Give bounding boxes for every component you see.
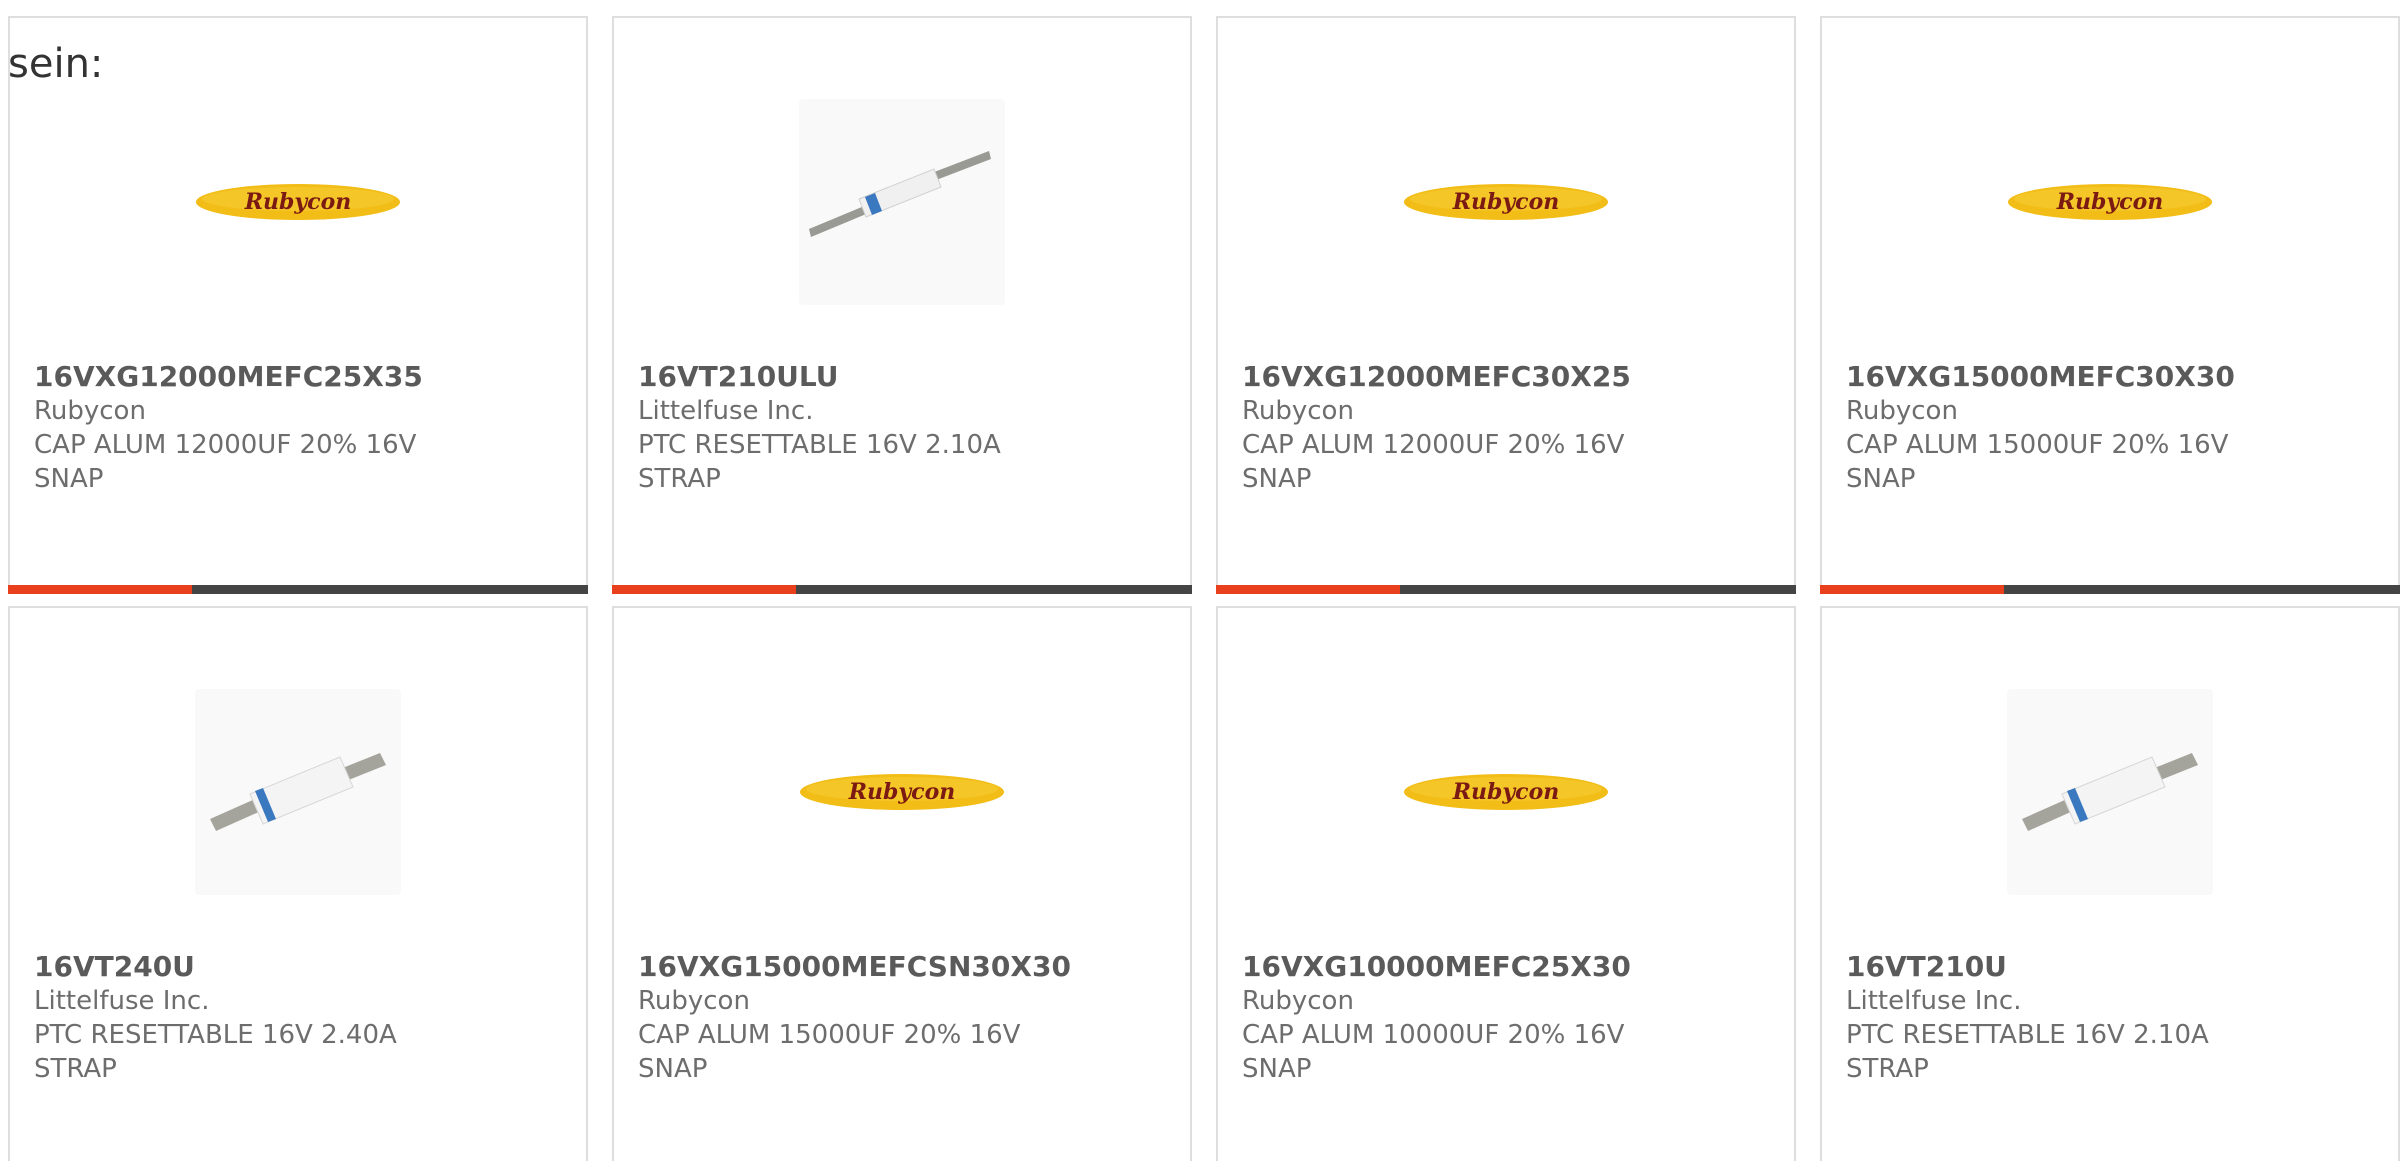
manufacturer: Rubycon	[1242, 396, 1354, 426]
description: CAP ALUM 12000UF 20% 16V SNAP	[34, 430, 417, 494]
rubycon-logo-icon: Rubycon	[196, 184, 400, 220]
part-number[interactable]: 16VT210ULU	[638, 360, 1170, 394]
manufacturer: Littelfuse Inc.	[1846, 986, 2022, 1016]
manufacturer: Littelfuse Inc.	[638, 396, 814, 426]
card-accent-bar	[1216, 585, 1796, 594]
product-card[interactable]: Rubycon 16VXG15000MEFCSN30X30 Rubycon CA…	[612, 606, 1192, 1161]
rubycon-logo-icon: Rubycon	[1404, 184, 1608, 220]
product-card[interactable]: Rubycon 16VXG15000MEFC30X30 Rubycon CAP …	[1820, 16, 2400, 594]
part-number[interactable]: 16VXG15000MEFCSN30X30	[638, 950, 1170, 984]
description: CAP ALUM 10000UF 20% 16V SNAP	[1242, 1020, 1625, 1084]
part-number[interactable]: 16VT240U	[34, 950, 566, 984]
strap-fuse-icon	[210, 753, 386, 831]
part-number[interactable]: 16VXG10000MEFC25X30	[1242, 950, 1774, 984]
card-accent-bar	[8, 585, 588, 594]
part-number[interactable]: 16VXG12000MEFC30X25	[1242, 360, 1774, 394]
rubycon-logo-icon: Rubycon	[800, 774, 1004, 810]
product-card[interactable]: Rubycon 16VXG12000MEFC30X25 Rubycon CAP …	[1216, 16, 1796, 594]
svg-text:Rubycon: Rubycon	[848, 779, 956, 805]
product-image: Rubycon	[1403, 99, 1609, 305]
card-accent-bar	[1820, 585, 2400, 594]
svg-text:Rubycon: Rubycon	[2056, 189, 2164, 215]
description: PTC RESETTABLE 16V 2.40A STRAP	[34, 1020, 397, 1084]
product-image: Rubycon	[2007, 99, 2213, 305]
manufacturer: Rubycon	[1242, 986, 1354, 1016]
description: CAP ALUM 12000UF 20% 16V SNAP	[1242, 430, 1625, 494]
product-image: Rubycon	[799, 689, 1005, 895]
strap-fuse-icon	[2022, 753, 2198, 831]
product-card[interactable]: 16VT210ULU Littelfuse Inc. PTC RESETTABL…	[612, 16, 1192, 594]
card-accent-bar	[612, 585, 1192, 594]
manufacturer: Littelfuse Inc.	[34, 986, 210, 1016]
rubycon-logo-icon: Rubycon	[1404, 774, 1608, 810]
product-card[interactable]: 16VT210U Littelfuse Inc. PTC RESETTABLE …	[1820, 606, 2400, 1161]
svg-text:Rubycon: Rubycon	[1452, 779, 1560, 805]
svg-text:Rubycon: Rubycon	[244, 189, 352, 215]
description: PTC RESETTABLE 16V 2.10A STRAP	[1846, 1020, 2209, 1084]
product-image	[799, 99, 1005, 305]
product-card[interactable]: Rubycon 16VXG12000MEFC25X35 Rubycon CAP …	[8, 16, 588, 594]
manufacturer: Rubycon	[1846, 396, 1958, 426]
description: CAP ALUM 15000UF 20% 16V SNAP	[638, 1020, 1021, 1084]
product-card[interactable]: 16VT240U Littelfuse Inc. PTC RESETTABLE …	[8, 606, 588, 1161]
description: CAP ALUM 15000UF 20% 16V SNAP	[1846, 430, 2229, 494]
product-card[interactable]: Rubycon 16VXG10000MEFC25X30 Rubycon CAP …	[1216, 606, 1796, 1161]
part-number[interactable]: 16VXG12000MEFC25X35	[34, 360, 566, 394]
manufacturer: Rubycon	[34, 396, 146, 426]
part-number[interactable]: 16VT210U	[1846, 950, 2378, 984]
svg-text:Rubycon: Rubycon	[1452, 189, 1560, 215]
manufacturer: Rubycon	[638, 986, 750, 1016]
product-image: Rubycon	[1403, 689, 1609, 895]
product-image	[2007, 689, 2213, 895]
product-image: Rubycon	[195, 99, 401, 305]
part-number[interactable]: 16VXG15000MEFC30X30	[1846, 360, 2378, 394]
strap-fuse-icon	[809, 151, 991, 237]
product-image	[195, 689, 401, 895]
product-grid-page: sein: Rubycon 16VXG12000MEFC25X35 Rubyco…	[0, 0, 2400, 1161]
rubycon-logo-icon: Rubycon	[2008, 184, 2212, 220]
intro-text: sein:	[8, 41, 104, 87]
description: PTC RESETTABLE 16V 2.10A STRAP	[638, 430, 1001, 494]
